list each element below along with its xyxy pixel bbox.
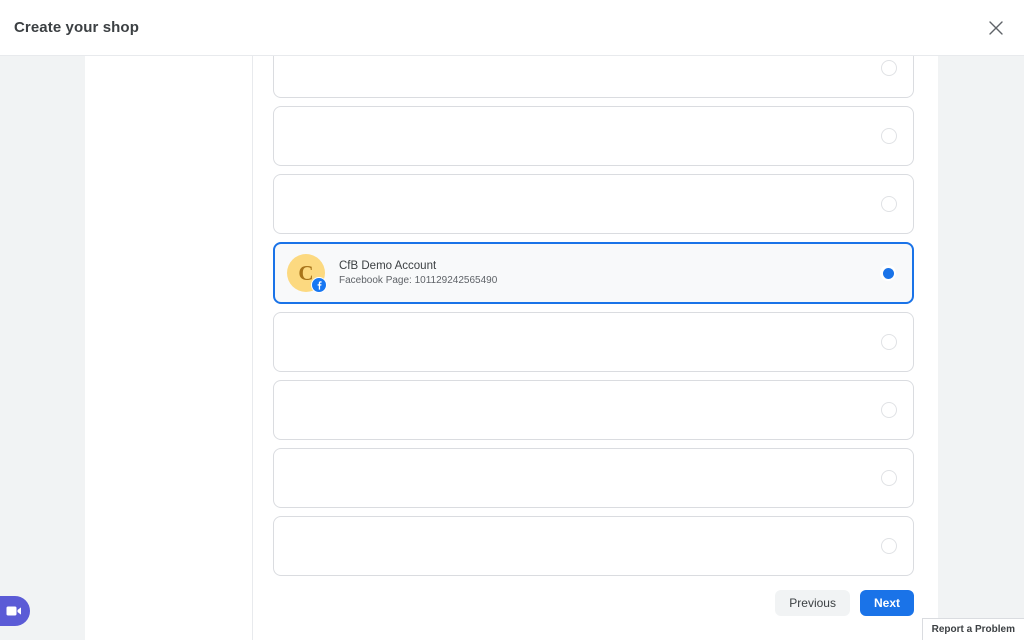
account-card[interactable] xyxy=(273,448,914,508)
account-name: CfB Demo Account xyxy=(339,259,437,272)
left-gutter xyxy=(0,56,85,640)
avatar: C xyxy=(287,254,327,293)
side-panel xyxy=(85,56,253,640)
account-radio[interactable] xyxy=(881,128,897,144)
account-radio[interactable] xyxy=(881,60,897,76)
dialog-header: Create your shop xyxy=(0,0,1024,56)
account-text: CfB Demo Account Facebook Page: 101129242… xyxy=(339,259,497,288)
page-title: Create your shop xyxy=(14,19,139,36)
account-subtitle: Facebook Page: 101129242565490 xyxy=(339,274,498,286)
previous-button[interactable]: Previous xyxy=(775,590,850,616)
right-gutter xyxy=(938,56,1024,640)
account-card[interactable] xyxy=(273,106,914,166)
report-problem-button[interactable]: Report a Problem xyxy=(921,618,1024,640)
account-card[interactable] xyxy=(273,56,914,98)
facebook-icon xyxy=(311,277,327,293)
video-camera-icon xyxy=(6,605,22,617)
chat-widget-button[interactable] xyxy=(0,596,30,626)
account-radio[interactable] xyxy=(881,334,897,350)
account-radio[interactable] xyxy=(880,265,896,281)
account-card[interactable] xyxy=(273,174,914,234)
account-card[interactable] xyxy=(273,380,914,440)
account-selection-content: C CfB Demo Account Facebook Page: 10112924… xyxy=(254,56,938,640)
footer-actions: Previous Next xyxy=(254,590,914,616)
dialog-body: C CfB Demo Account Facebook Page: 10112924… xyxy=(0,56,1024,640)
close-icon xyxy=(989,21,1003,35)
account-card[interactable] xyxy=(273,516,914,576)
account-card[interactable]: C CfB Demo Account Facebook Page: 10112924… xyxy=(273,242,914,304)
account-list: C CfB Demo Account Facebook Page: 10112924… xyxy=(273,56,914,584)
account-radio[interactable] xyxy=(881,402,897,418)
account-card[interactable] xyxy=(273,312,914,372)
close-button[interactable] xyxy=(980,12,1012,44)
account-radio[interactable] xyxy=(881,196,897,212)
account-radio[interactable] xyxy=(881,470,897,486)
next-button[interactable]: Next xyxy=(859,590,914,616)
account-radio[interactable] xyxy=(881,538,897,554)
